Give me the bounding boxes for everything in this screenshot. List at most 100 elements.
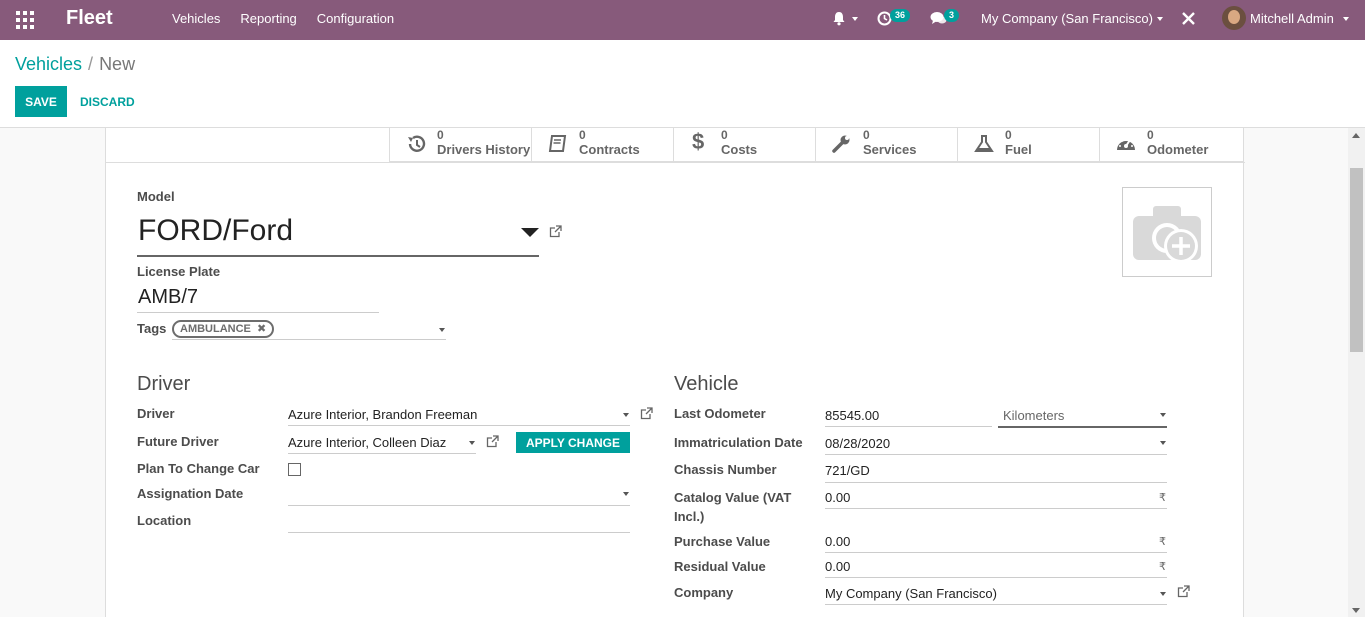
plan-change-label: Plan To Change Car [137, 461, 260, 476]
services-label: Services [863, 142, 917, 157]
services-button[interactable]: 0 Services [815, 128, 957, 162]
odometer-unit-caret[interactable] [1160, 413, 1166, 417]
purchase-value-label: Purchase Value [674, 534, 771, 549]
scroll-down-arrow-icon[interactable] [1352, 608, 1360, 613]
tags-dropdown-caret[interactable] [439, 328, 445, 332]
driver-section-title: Driver [137, 373, 191, 395]
debug-tools-icon[interactable] [1182, 12, 1195, 28]
residual-underline [825, 577, 1167, 578]
last-odometer-label: Last Odometer [674, 406, 766, 421]
odometer-unit-underline [998, 426, 1167, 428]
last-odometer-underline [825, 426, 992, 427]
catalog-value-field[interactable]: 0.00 [825, 490, 850, 505]
catalog-value-label-line1: Catalog Value (VAT [674, 490, 792, 505]
model-dropdown-caret[interactable] [521, 228, 539, 237]
top-navbar: Fleet Vehicles Reporting Configuration 3… [0, 0, 1365, 40]
immatriculation-date-caret[interactable] [1160, 441, 1166, 445]
immatriculation-underline [825, 454, 1167, 455]
odometer-button[interactable]: 0 Odometer [1099, 128, 1241, 162]
location-field[interactable] [288, 513, 630, 529]
scroll-up-arrow-icon[interactable] [1352, 133, 1360, 138]
driver-underline [288, 425, 630, 426]
apply-change-button[interactable]: APPLY CHANGE [516, 432, 630, 453]
immatriculation-date-field[interactable]: 08/28/2020 [825, 436, 890, 451]
camera-plus-icon [1133, 206, 1201, 263]
odometer-count: 0 [1147, 128, 1154, 142]
form-sheet: 0 Drivers History 0 Contracts $ 0 Costs … [105, 128, 1245, 617]
driver-dropdown-caret[interactable] [623, 413, 629, 417]
future-driver-dropdown-caret[interactable] [469, 441, 475, 445]
discard-button[interactable]: DISCARD [80, 95, 135, 109]
vehicle-image-upload[interactable] [1122, 187, 1212, 277]
smart-button-box: 0 Drivers History 0 Contracts $ 0 Costs … [389, 128, 1244, 162]
menu-vehicles[interactable]: Vehicles [172, 11, 220, 26]
assignation-date-field[interactable] [288, 486, 623, 502]
company-dropdown-caret[interactable] [1157, 17, 1163, 21]
apps-menu-icon[interactable] [16, 11, 34, 29]
drivers-history-label: Drivers History [437, 142, 531, 157]
company-external-link-icon[interactable] [1177, 585, 1190, 598]
plan-change-checkbox[interactable] [288, 463, 301, 476]
costs-button[interactable]: $ 0 Costs [673, 128, 815, 162]
message-count-badge: 3 [944, 9, 960, 22]
assignation-dropdown-caret[interactable] [623, 492, 629, 496]
location-underline [288, 532, 630, 533]
residual-value-label: Residual Value [674, 559, 766, 574]
license-plate-label: License Plate [137, 264, 221, 279]
user-menu[interactable]: Mitchell Admin [1250, 11, 1334, 26]
fuel-button[interactable]: 0 Fuel [957, 128, 1099, 162]
driver-label: Driver [137, 406, 175, 421]
tags-underline [172, 339, 446, 340]
app-brand[interactable]: Fleet [66, 7, 113, 30]
drivers-history-button[interactable]: 0 Drivers History [389, 128, 531, 162]
last-odometer-field[interactable]: 85545.00 [825, 408, 879, 423]
company-underline [825, 604, 1167, 605]
chassis-number-label: Chassis Number [674, 462, 777, 477]
drivers-history-count: 0 [437, 128, 444, 142]
save-button[interactable]: SAVE [15, 86, 67, 117]
scroll-thumb[interactable] [1350, 168, 1363, 352]
bell-dropdown-caret[interactable] [852, 17, 858, 21]
tag-badge[interactable]: AMBULANCE ✖ [172, 320, 275, 338]
chassis-number-field[interactable]: 721/GD [825, 463, 870, 478]
future-driver-external-link-icon[interactable] [486, 435, 499, 448]
catalog-value-label-line2: Incl.) [674, 509, 705, 524]
license-plate-field[interactable]: AMB/7 [138, 286, 198, 309]
breadcrumb-current: New [99, 54, 136, 74]
odometer-unit-select[interactable]: Kilometers [1003, 408, 1064, 423]
book-icon [547, 134, 569, 154]
services-count: 0 [863, 128, 870, 142]
contracts-count: 0 [579, 128, 586, 142]
tag-label: AMBULANCE [180, 323, 251, 335]
tags-label: Tags [137, 321, 167, 336]
residual-value-field[interactable]: 0.00 [825, 559, 850, 574]
user-dropdown-caret[interactable] [1343, 17, 1349, 21]
purchase-value-field[interactable]: 0.00 [825, 534, 850, 549]
flask-icon [973, 134, 995, 154]
notification-bell-icon[interactable] [832, 11, 846, 29]
driver-external-link-icon[interactable] [640, 407, 653, 420]
page-scrollbar[interactable] [1348, 128, 1365, 617]
contracts-button[interactable]: 0 Contracts [531, 128, 673, 162]
company-field-caret[interactable] [1160, 592, 1166, 596]
contracts-label: Contracts [579, 142, 640, 157]
company-label: Company [674, 585, 734, 600]
menu-reporting[interactable]: Reporting [240, 11, 296, 26]
driver-field[interactable]: Azure Interior, Brandon Freeman [288, 407, 477, 422]
costs-label: Costs [721, 142, 758, 157]
user-avatar[interactable] [1222, 6, 1246, 30]
company-switcher[interactable]: My Company (San Francisco) [981, 11, 1153, 26]
model-external-link-icon[interactable] [549, 225, 562, 238]
wrench-icon [831, 134, 853, 154]
future-driver-field[interactable]: Azure Interior, Colleen Diaz [288, 435, 446, 450]
tag-remove-icon[interactable]: ✖ [257, 323, 266, 335]
immatriculation-date-label: Immatriculation Date [674, 435, 803, 450]
model-field[interactable]: FORD/Ford [138, 214, 293, 248]
fuel-label: Fuel [1005, 142, 1032, 157]
company-field[interactable]: My Company (San Francisco) [825, 586, 997, 601]
activity-count-badge: 36 [890, 9, 911, 22]
assignation-underline [288, 505, 630, 506]
menu-configuration[interactable]: Configuration [317, 11, 394, 26]
location-label: Location [137, 513, 192, 528]
breadcrumb-vehicles[interactable]: Vehicles [15, 54, 82, 74]
